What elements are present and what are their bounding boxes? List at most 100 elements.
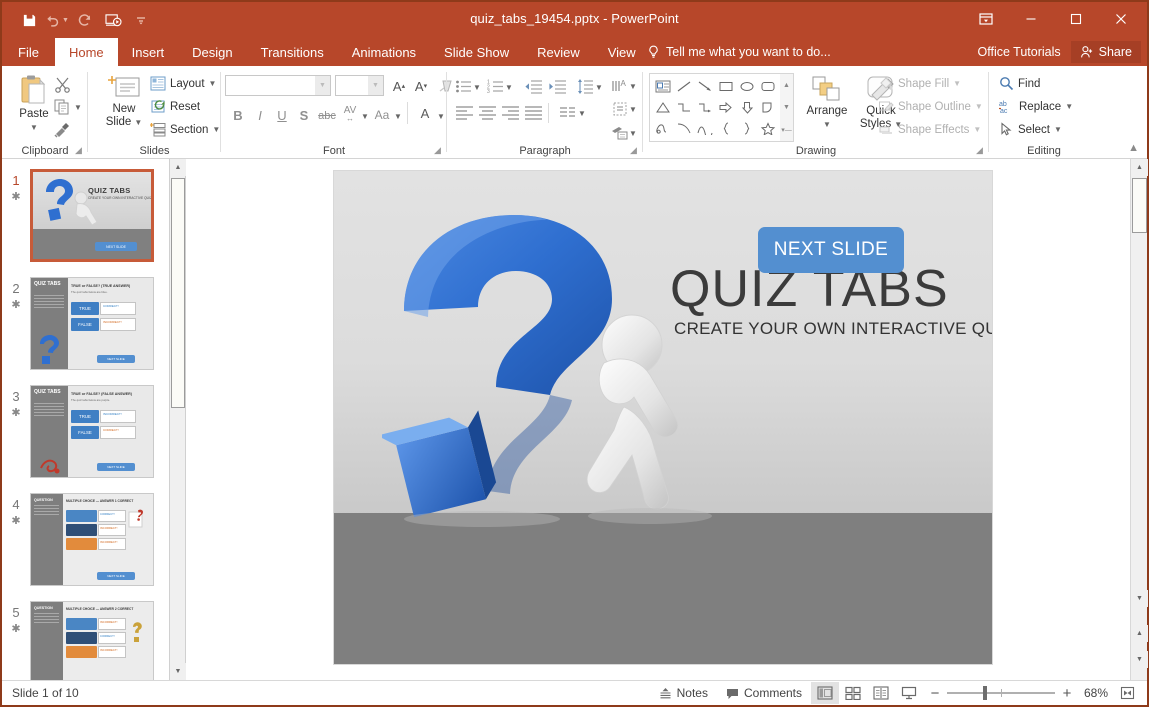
line-spacing-button[interactable] (575, 76, 596, 97)
align-center-button[interactable] (477, 102, 498, 123)
notes-button[interactable]: Notes (650, 682, 717, 704)
chevron-down-icon[interactable]: ▼ (505, 83, 513, 92)
slide-thumbnail-pane[interactable]: 1 ✱ QUIZ TABS CREATE YOUR OWN INTERACTIV… (2, 159, 170, 680)
ribbon-display-options-icon[interactable] (963, 2, 1008, 35)
select-button[interactable]: Select ▼ (999, 122, 1062, 137)
rounded-rectangle-shape-icon[interactable] (757, 76, 778, 97)
elbow-arrow-connector-icon[interactable] (694, 97, 715, 118)
align-right-button[interactable] (500, 102, 521, 123)
slide-sorter-view-button[interactable] (839, 682, 867, 704)
tab-animations[interactable]: Animations (338, 38, 430, 66)
account-name[interactable]: Office Tutorials (972, 45, 1067, 59)
shape-effects-button[interactable]: Shape Effects ▼ (878, 122, 981, 137)
scroll-down-icon[interactable]: ▼ (1131, 590, 1148, 607)
chevron-down-icon[interactable]: ▼ (595, 83, 603, 92)
tab-slide-show[interactable]: Slide Show (430, 38, 523, 66)
chevron-down-icon[interactable]: ▼ (74, 103, 82, 112)
slide-subtitle[interactable]: CREATE YOUR OWN INTERACTIVE QUIZ (674, 319, 993, 339)
collapse-ribbon-button[interactable]: ▲ (1128, 142, 1139, 154)
elbow-connector-icon[interactable] (673, 97, 694, 118)
chevron-down-icon[interactable]: ▼ (315, 76, 330, 95)
section-button[interactable]: Section ▼ (150, 122, 220, 137)
align-text-button[interactable] (609, 98, 630, 119)
tab-home[interactable]: Home (55, 38, 118, 66)
thumbnail-slide-4[interactable]: QUESTION MULTIPLE CHOICE — ANSWER 1 CORR… (30, 493, 154, 586)
reset-button[interactable]: Reset (150, 99, 200, 114)
left-brace-shape-icon[interactable] (715, 118, 736, 139)
scribble-shape-icon[interactable] (652, 118, 673, 139)
zoom-out-button[interactable]: − (929, 685, 941, 702)
text-box-shape-icon[interactable] (652, 76, 673, 97)
scrollbar-thumb[interactable] (1132, 178, 1147, 233)
chevron-down-icon[interactable]: ▼ (823, 118, 831, 131)
triangle-shape-icon[interactable] (652, 97, 673, 118)
next-slide-nav-button[interactable]: ▼ (1131, 651, 1148, 668)
cut-button[interactable] (54, 76, 71, 93)
reading-view-button[interactable] (867, 682, 895, 704)
curve-shape-icon[interactable] (673, 118, 694, 139)
list-item[interactable]: 3 ✱ QUIZ TABS TRUE or FALSE? (FALSE ANSW… (2, 385, 170, 478)
previous-slide-button[interactable]: ▲ (1131, 625, 1148, 642)
decrease-font-size-button[interactable]: A▾ (410, 75, 432, 97)
list-item[interactable]: 5 ✱ QUESTION MULTIPLE CHOICE — ANSWER 2 … (2, 601, 170, 680)
font-color-button[interactable]: A (414, 102, 436, 124)
shapes-gallery-scroll[interactable]: ▲ ▼ ▾— (780, 73, 794, 142)
down-arrow-shape-icon[interactable] (736, 97, 757, 118)
tab-transitions[interactable]: Transitions (247, 38, 338, 66)
shape-fill-button[interactable]: Shape Fill ▼ (878, 76, 961, 91)
thumbnail-pane-scrollbar[interactable]: ▲ ▼ (170, 159, 186, 680)
bullets-button[interactable] (453, 76, 474, 97)
scroll-down-icon[interactable]: ▼ (783, 104, 790, 111)
slideshow-view-button[interactable] (895, 682, 923, 704)
right-brace-shape-icon[interactable] (736, 118, 757, 139)
chevron-down-icon[interactable]: ▼ (368, 76, 383, 95)
shapes-more-icon[interactable]: ▾— (781, 126, 792, 134)
clipboard-dialog-launcher[interactable]: ◢ (73, 145, 84, 156)
minimize-button[interactable] (1008, 2, 1053, 35)
copy-button[interactable]: ▼ (54, 99, 82, 115)
oval-shape-icon[interactable] (736, 76, 757, 97)
list-item[interactable]: 4 ✱ QUESTION MULTIPLE CHOICE — ANSWER 1 … (2, 493, 170, 586)
chevron-down-icon[interactable]: ▼ (973, 125, 981, 134)
align-left-button[interactable] (454, 102, 475, 123)
chevron-down-icon[interactable]: ▼ (30, 121, 38, 134)
tab-review[interactable]: Review (523, 38, 594, 66)
numbering-button[interactable]: 123 (485, 76, 506, 97)
chevron-down-icon[interactable]: ▼ (394, 112, 402, 121)
chevron-down-icon[interactable]: ▼ (578, 109, 586, 118)
zoom-percent[interactable]: 68% (1079, 686, 1113, 700)
scroll-up-icon[interactable]: ▲ (783, 82, 790, 89)
tab-file[interactable]: File (2, 38, 55, 66)
chevron-down-icon[interactable]: ▼ (975, 102, 983, 111)
paste-button[interactable]: Paste ▼ (12, 74, 56, 134)
chevron-down-icon[interactable]: ▼ (437, 112, 445, 121)
chevron-down-icon[interactable]: ▼ (1065, 102, 1073, 111)
zoom-knob[interactable] (983, 686, 987, 700)
new-slide-button[interactable]: New Slide ▼ (98, 75, 150, 129)
chevron-down-icon[interactable]: ▼ (209, 79, 217, 88)
scroll-up-icon[interactable]: ▲ (170, 159, 186, 176)
list-item[interactable]: 1 ✱ QUIZ TABS CREATE YOUR OWN INTERACTIV… (2, 169, 170, 262)
zoom-track[interactable] (947, 692, 1055, 694)
chevron-down-icon[interactable]: ▼ (473, 83, 481, 92)
justify-button[interactable] (523, 102, 544, 123)
tell-me-search[interactable]: Tell me what you want to do... (647, 38, 831, 66)
find-button[interactable]: Find (999, 76, 1040, 91)
chevron-down-icon[interactable]: ▼ (361, 112, 369, 121)
rectangle-shape-icon[interactable] (715, 76, 736, 97)
text-shadow-button[interactable]: S (293, 104, 315, 126)
tab-design[interactable]: Design (178, 38, 246, 66)
comments-button[interactable]: Comments (717, 682, 811, 704)
chevron-down-icon[interactable]: ▼ (1054, 125, 1062, 134)
list-item[interactable]: 2 ✱ QUIZ TABS TRUE or FALSE? (TRUE ANSWE… (2, 277, 170, 370)
smartart-button[interactable] (609, 122, 630, 143)
next-slide-button[interactable]: NEXT SLIDE (758, 227, 904, 273)
star-shape-icon[interactable] (757, 118, 778, 139)
columns-button[interactable] (557, 102, 578, 123)
arrow-shape-icon[interactable] (694, 76, 715, 97)
format-painter-button[interactable] (54, 122, 71, 138)
character-spacing-button[interactable]: AV ↔ (339, 104, 361, 126)
thumbnail-slide-2[interactable]: QUIZ TABS TRUE or FALSE? (TRUE ANSWER) T… (30, 277, 154, 370)
font-name-input[interactable]: ▼ (225, 75, 331, 96)
shape-outline-button[interactable]: Shape Outline ▼ (878, 99, 983, 114)
